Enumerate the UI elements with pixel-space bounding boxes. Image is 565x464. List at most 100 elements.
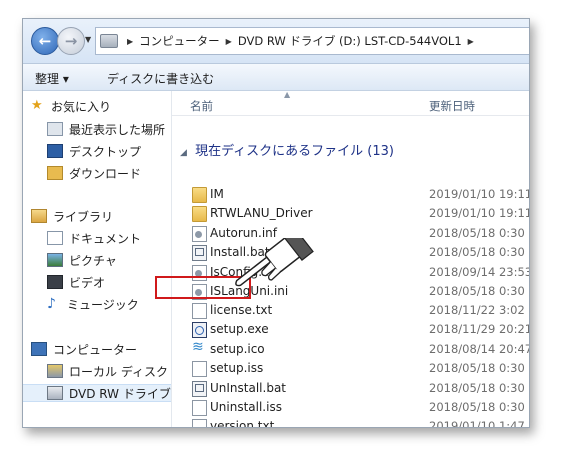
command-bar: 整理 ▾ ディスクに書き込む xyxy=(23,64,529,91)
library-icon xyxy=(31,209,47,223)
column-header-name[interactable]: 名前 xyxy=(190,98,213,114)
folder-icon xyxy=(192,187,207,203)
nav-videos-label: ビデオ xyxy=(69,275,106,290)
application-icon xyxy=(192,322,207,338)
file-row[interactable]: RTWLANU_Driver 2019/01/10 19:11 xyxy=(172,204,529,223)
file-name: setup.iss xyxy=(210,361,264,375)
recent-places-icon xyxy=(47,122,63,136)
file-row[interactable]: Autorun.inf 2018/05/18 0:30 xyxy=(172,224,529,243)
nav-favorites-label: お気に入り xyxy=(51,99,112,114)
file-name: RTWLANU_Driver xyxy=(210,206,313,220)
file-row[interactable]: version.txt 2019/01/10 1:47 xyxy=(172,417,529,428)
downloads-icon xyxy=(47,166,63,180)
nav-computer[interactable]: コンピューター xyxy=(31,340,137,358)
nav-desktop-label: デスクトップ xyxy=(69,144,142,159)
file-date: 2018/08/14 20:47 xyxy=(429,342,530,356)
file-row-setup-exe[interactable]: setup.exe 2018/11/29 20:21 xyxy=(172,320,529,339)
nav-downloads[interactable]: ダウンロード xyxy=(47,164,141,182)
breadcrumb-dvd-drive[interactable]: DVD RW ドライブ (D:) LST-CD-544VOL1 xyxy=(238,33,462,49)
nav-local-disk[interactable]: ローカル ディスク ( xyxy=(47,362,176,380)
navigation-pane: ★ お気に入り 最近表示した場所 デスクトップ ダウンロード ライブラリ ドキュ… xyxy=(23,91,176,427)
nav-videos[interactable]: ビデオ xyxy=(47,273,105,291)
file-date: 2018/05/18 0:30 xyxy=(429,284,525,298)
icon-file-icon xyxy=(192,339,205,356)
chevron-right-icon[interactable]: ▶ xyxy=(127,37,133,46)
file-name: version.txt xyxy=(210,419,275,428)
explorer-window: ← → ▼ ▶ コンピューター ▶ DVD RW ドライブ (D:) LST-C… xyxy=(22,18,530,428)
dvd-drive-icon xyxy=(47,386,63,400)
file-row[interactable]: setup.ico 2018/08/14 20:47 xyxy=(172,339,530,359)
column-header-date[interactable]: 更新日時 xyxy=(429,98,475,114)
nav-recent-places[interactable]: 最近表示した場所 xyxy=(47,120,165,138)
nav-dvd-drive-label: DVD RW ドライブ xyxy=(69,386,171,401)
file-row[interactable]: Uninstall.iss 2018/05/18 0:30 xyxy=(172,398,529,417)
chevron-right-icon[interactable]: ▶ xyxy=(226,37,232,46)
file-date: 2019/01/10 1:47 xyxy=(429,419,525,428)
file-name: Uninstall.iss xyxy=(210,400,282,414)
text-file-icon xyxy=(192,303,207,319)
collapse-icon[interactable]: ◢ xyxy=(180,148,187,158)
file-row[interactable]: IM 2019/01/10 19:11 xyxy=(172,185,529,204)
address-bar-area: ← → ▼ ▶ コンピューター ▶ DVD RW ドライブ (D:) LST-C… xyxy=(23,19,529,64)
forward-button[interactable]: → xyxy=(57,27,85,55)
nav-pictures-label: ピクチャ xyxy=(69,253,117,268)
burn-to-disc-button[interactable]: ディスクに書き込む xyxy=(107,70,214,87)
nav-music-label: ミュージック xyxy=(67,297,139,312)
file-date: 2018/09/14 23:53 xyxy=(429,265,530,279)
breadcrumb[interactable]: ▶ コンピューター ▶ DVD RW ドライブ (D:) LST-CD-544V… xyxy=(95,27,529,55)
documents-icon xyxy=(47,231,63,245)
back-button[interactable]: ← xyxy=(31,27,59,55)
text-file-icon xyxy=(192,419,207,427)
file-name: IM xyxy=(210,187,224,201)
nav-pictures[interactable]: ピクチャ xyxy=(47,251,117,269)
folder-icon xyxy=(192,206,207,222)
nav-favorites[interactable]: ★ お気に入り xyxy=(31,97,111,115)
file-date: 2019/01/10 19:11 xyxy=(429,187,530,201)
file-name: UnInstall.bat xyxy=(210,381,287,395)
nav-downloads-label: ダウンロード xyxy=(69,166,142,181)
batch-file-icon xyxy=(192,381,207,397)
nav-libraries[interactable]: ライブラリ xyxy=(31,207,113,225)
settings-file-icon xyxy=(192,226,207,242)
nav-dvd-drive[interactable]: DVD RW ドライブ xyxy=(23,384,171,402)
computer-icon xyxy=(100,34,118,48)
computer-icon xyxy=(31,342,47,356)
file-date: 2018/11/29 20:21 xyxy=(429,322,530,336)
nav-music[interactable]: ♪ ミュージック xyxy=(47,295,139,313)
file-date: 2018/05/18 0:30 xyxy=(429,400,525,414)
breadcrumb-computer[interactable]: コンピューター xyxy=(139,33,220,49)
file-list-pane: 名前 ▲ 更新日時 ◢ 現在ディスクにあるファイル (13) IM 2019/01… xyxy=(172,90,530,428)
file-date: 2018/05/18 0:30 xyxy=(429,226,525,240)
file-date: 2019/01/10 19:11 xyxy=(429,206,530,220)
nav-recent-places-label: 最近表示した場所 xyxy=(69,122,166,137)
file-date: 2018/11/22 3:02 xyxy=(429,303,525,317)
file-date: 2018/05/18 0:30 xyxy=(429,381,525,395)
star-icon: ★ xyxy=(31,98,43,113)
nav-desktop[interactable]: デスクトップ xyxy=(47,142,141,160)
file-row[interactable]: setup.iss 2018/05/18 0:30 xyxy=(172,359,529,378)
videos-icon xyxy=(47,275,63,289)
chevron-right-icon[interactable]: ▶ xyxy=(468,37,474,46)
history-dropdown-icon[interactable]: ▼ xyxy=(85,35,91,44)
nav-documents[interactable]: ドキュメント xyxy=(47,229,141,247)
nav-documents-label: ドキュメント xyxy=(69,231,142,246)
file-row[interactable]: license.txt 2018/11/22 3:02 xyxy=(172,301,529,320)
file-row[interactable]: Install.bat 2018/05/18 0:30 xyxy=(172,243,529,262)
file-date: 2018/05/18 0:30 xyxy=(429,361,525,375)
pointing-hand-icon xyxy=(235,238,314,287)
text-file-icon xyxy=(192,400,207,416)
local-disk-icon xyxy=(47,364,63,378)
organize-button[interactable]: 整理 ▾ xyxy=(35,70,69,87)
group-header[interactable]: ◢ 現在ディスクにあるファイル (13) xyxy=(180,140,394,159)
file-name: setup.exe xyxy=(210,322,269,336)
pictures-icon xyxy=(47,253,63,267)
file-date: 2018/05/18 0:30 xyxy=(429,245,525,259)
group-label: 現在ディスクにあるファイル (13) xyxy=(195,144,394,159)
desktop-icon xyxy=(47,144,63,158)
batch-file-icon xyxy=(192,245,207,261)
text-file-icon xyxy=(192,361,207,377)
file-row[interactable]: UnInstall.bat 2018/05/18 0:30 xyxy=(172,379,529,398)
sort-ascending-icon: ▲ xyxy=(284,90,291,99)
nav-libraries-label: ライブラリ xyxy=(53,209,114,224)
file-name: setup.ico xyxy=(210,342,265,356)
